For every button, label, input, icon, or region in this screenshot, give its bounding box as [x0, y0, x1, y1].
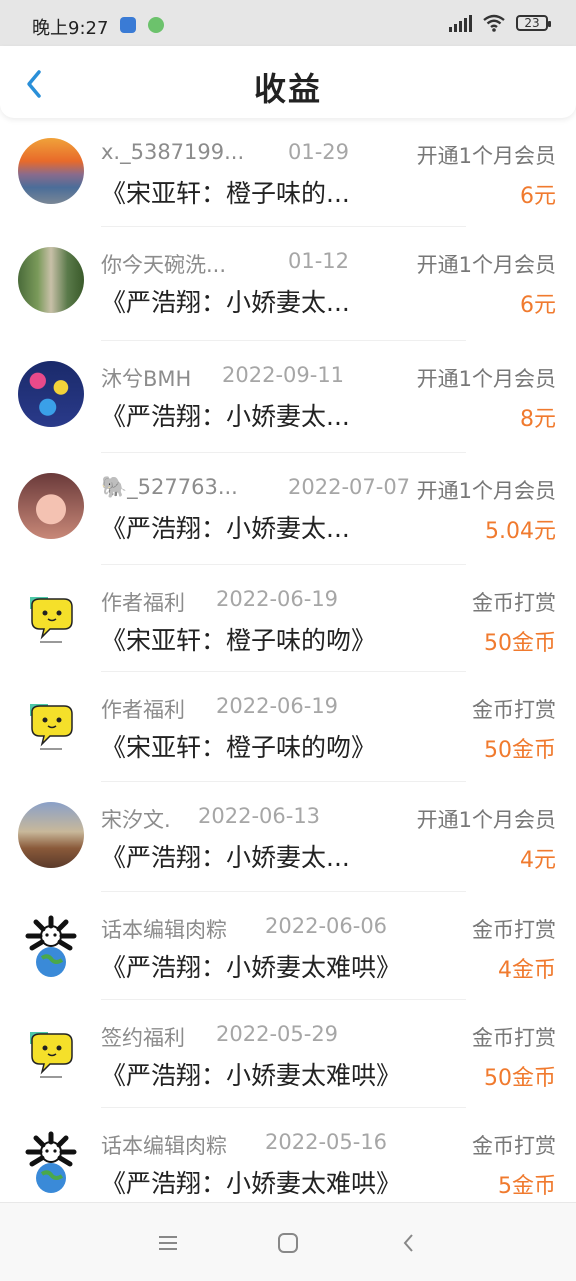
- date: 2022-06-13: [198, 804, 321, 828]
- date: 2022-06-06: [265, 914, 388, 938]
- amount: 8元: [520, 407, 556, 432]
- user-name: 话本编辑肉粽: [101, 918, 227, 942]
- book-title: 《宋亚轩：橙子味的吻》: [101, 626, 377, 655]
- battery-level: 23: [524, 16, 540, 30]
- earning-type: 金币打赏: [472, 591, 556, 615]
- book-title: 《严浩翔：小娇妻太难哄》: [101, 953, 402, 982]
- book-title: 《严浩翔：小娇妻太...: [101, 402, 350, 431]
- avatar: [18, 361, 84, 427]
- amount: 6元: [520, 184, 556, 209]
- list-item[interactable]: x._5387199... 01-29 开通1个月会员 《宋亚轩：橙子味的...…: [0, 118, 576, 227]
- date: 2022-05-29: [216, 1022, 339, 1046]
- amount: 4金币: [498, 958, 556, 983]
- date: 2022-05-16: [265, 1130, 388, 1154]
- book-title: 《严浩翔：小娇妻太...: [101, 843, 350, 872]
- earning-type: 开通1个月会员: [416, 479, 556, 503]
- globe-mascot-avatar-icon: [25, 1131, 77, 1193]
- book-title: 《严浩翔：小娇妻太难哄》: [101, 1061, 402, 1090]
- list-item[interactable]: 作者福利 2022-06-19 金币打赏 《宋亚轩：橙子味的吻》 50金币: [0, 672, 576, 782]
- earnings-list: x._5387199... 01-29 开通1个月会员 《宋亚轩：橙子味的...…: [0, 118, 576, 1216]
- avatar: [18, 802, 84, 868]
- book-title: 《严浩翔：小娇妻太...: [101, 288, 350, 317]
- speech-bubble-avatar-icon: [30, 597, 73, 643]
- app-notification-icon: [120, 17, 136, 33]
- earning-type: 金币打赏: [472, 1026, 556, 1050]
- list-item[interactable]: 话本编辑肉粽 2022-06-06 金币打赏 《严浩翔：小娇妻太难哄》 4金币: [0, 892, 576, 1000]
- wechat-notification-icon: [148, 17, 164, 33]
- user-name: 宋汐文.: [101, 808, 171, 832]
- user-name: 沐兮BMH: [101, 367, 192, 391]
- book-title: 《严浩翔：小娇妻太...: [101, 514, 350, 543]
- earning-type: 金币打赏: [472, 1134, 556, 1158]
- list-item[interactable]: 宋汐文. 2022-06-13 开通1个月会员 《严浩翔：小娇妻太... 4元: [0, 782, 576, 892]
- back-nav-icon: [403, 1234, 413, 1252]
- list-item[interactable]: 🐘_527763... 2022-07-07 开通1个月会员 《严浩翔：小娇妻太…: [0, 453, 576, 565]
- avatar: [18, 138, 84, 204]
- list-item[interactable]: 作者福利 2022-06-19 金币打赏 《宋亚轩：橙子味的吻》 50金币: [0, 565, 576, 672]
- earning-type: 金币打赏: [472, 918, 556, 942]
- avatar: [18, 585, 84, 651]
- amount: 50金币: [484, 738, 556, 763]
- avatar: [18, 912, 84, 978]
- page-title: 收益: [253, 70, 322, 108]
- avatar: [18, 473, 84, 539]
- home-icon: [278, 1233, 298, 1253]
- menu-icon: [159, 1236, 177, 1250]
- amount: 5.04元: [485, 519, 556, 544]
- avatar: [18, 1020, 84, 1086]
- amount: 5金币: [498, 1174, 556, 1199]
- user-name: 你今天碗洗...: [101, 253, 227, 277]
- user-name: 作者福利: [101, 698, 185, 722]
- amount: 50金币: [484, 1066, 556, 1091]
- date: 2022-06-19: [216, 587, 339, 611]
- amount: 50金币: [484, 631, 556, 656]
- date: 01-29: [288, 140, 350, 164]
- list-item[interactable]: 签约福利 2022-05-29 金币打赏 《严浩翔：小娇妻太难哄》 50金币: [0, 1000, 576, 1108]
- signal-icon: [449, 14, 472, 32]
- menu-button[interactable]: [148, 1223, 188, 1263]
- earning-type: 开通1个月会员: [416, 808, 556, 832]
- avatar: [18, 692, 84, 758]
- book-title: 《宋亚轩：橙子味的...: [101, 179, 350, 208]
- avatar: [18, 1128, 84, 1194]
- earning-type: 金币打赏: [472, 698, 556, 722]
- header: 收益: [0, 46, 576, 118]
- home-button[interactable]: [268, 1223, 308, 1263]
- earning-type: 开通1个月会员: [416, 367, 556, 391]
- amount: 4元: [520, 848, 556, 873]
- list-item[interactable]: 话本编辑肉粽 2022-05-16 金币打赏 《严浩翔：小娇妻太难哄》 5金币: [0, 1108, 576, 1216]
- speech-bubble-avatar-icon: [30, 1032, 73, 1078]
- list-item[interactable]: 沐兮BMH 2022-09-11 开通1个月会员 《严浩翔：小娇妻太... 8元: [0, 341, 576, 453]
- globe-mascot-avatar-icon: [25, 915, 77, 977]
- user-name: 🐘_527763...: [101, 475, 238, 499]
- amount: 6元: [520, 293, 556, 318]
- earning-type: 开通1个月会员: [416, 253, 556, 277]
- user-name: x._5387199...: [101, 140, 245, 164]
- user-name: 作者福利: [101, 591, 185, 615]
- avatar: [18, 247, 84, 313]
- date: 01-12: [288, 249, 350, 273]
- date: 2022-09-11: [222, 363, 345, 387]
- system-nav-bar: [0, 1202, 576, 1281]
- book-title: 《宋亚轩：橙子味的吻》: [101, 733, 377, 762]
- date: 2022-07-07: [288, 475, 411, 499]
- user-name: 话本编辑肉粽: [101, 1134, 227, 1158]
- status-bar: 晚上9:27 23: [0, 0, 576, 46]
- wifi-icon: [483, 14, 505, 32]
- date: 2022-06-19: [216, 694, 339, 718]
- list-item[interactable]: 你今天碗洗... 01-12 开通1个月会员 《严浩翔：小娇妻太... 6元: [0, 227, 576, 341]
- battery-icon: 23: [516, 15, 551, 31]
- back-nav-button[interactable]: [388, 1223, 428, 1263]
- speech-bubble-avatar-icon: [30, 704, 73, 750]
- status-time: 晚上9:27: [32, 18, 109, 39]
- user-name: 签约福利: [101, 1026, 185, 1050]
- book-title: 《严浩翔：小娇妻太难哄》: [101, 1169, 402, 1198]
- earning-type: 开通1个月会员: [416, 144, 556, 168]
